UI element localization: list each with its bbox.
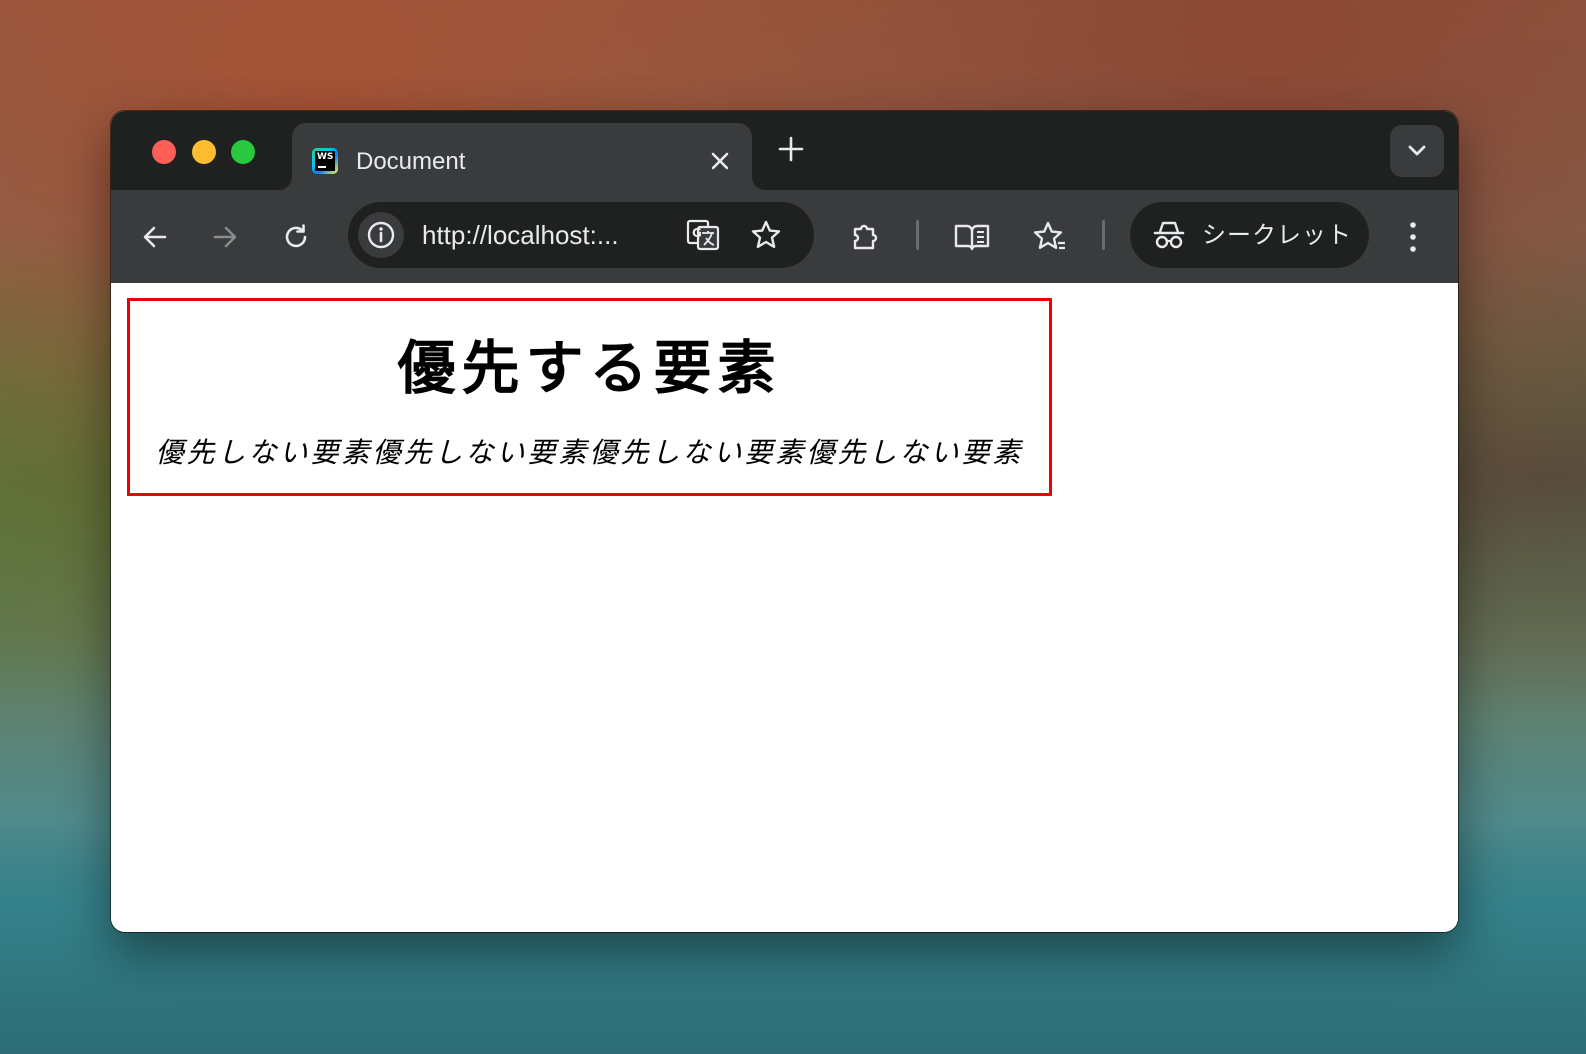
toolbar-divider — [916, 220, 919, 250]
bookmarks-button[interactable] — [1026, 215, 1070, 259]
reload-icon — [285, 224, 307, 248]
maximize-window-button[interactable] — [231, 140, 255, 164]
tab-document[interactable]: WS Document — [278, 123, 766, 190]
menu-button[interactable] — [1391, 215, 1435, 259]
close-window-button[interactable] — [152, 140, 176, 164]
bookmark-star-icon[interactable] — [748, 217, 784, 253]
priority-heading: 優先する要素 — [397, 334, 782, 402]
puzzle-icon — [853, 224, 878, 250]
tab-search-button[interactable] — [1390, 125, 1444, 177]
browser-window: WS Document http://localhost:... G シークレッ… — [111, 111, 1458, 932]
priority-demo-box: 優先する要素 優先しない要素優先しない要素優先しない要素優先しない要素 — [127, 298, 1052, 496]
url-text[interactable]: http://localhost:... — [422, 220, 619, 250]
forward-button[interactable] — [203, 215, 247, 259]
translate-icon[interactable]: G — [685, 217, 721, 253]
tab-close-icon[interactable] — [706, 147, 734, 175]
browser-toolbar: http://localhost:... G シークレット — [111, 190, 1458, 283]
back-button[interactable] — [133, 215, 177, 259]
reload-button[interactable] — [274, 215, 318, 259]
non-priority-text: 優先しない要素優先しない要素優先しない要素優先しない要素 — [155, 436, 1024, 469]
site-info-button[interactable] — [358, 212, 404, 258]
star-list-icon — [1033, 221, 1065, 250]
arrow-right-icon — [213, 226, 237, 248]
extensions-button[interactable] — [844, 215, 888, 259]
info-icon — [367, 221, 395, 249]
webstorm-favicon-icon: WS — [312, 148, 338, 174]
reading-mode-button[interactable] — [950, 215, 994, 259]
page-content: 優先する要素 優先しない要素優先しない要素優先しない要素優先しない要素 — [111, 283, 1458, 932]
tab-title: Document — [356, 148, 466, 175]
incognito-indicator[interactable]: シークレット — [1130, 202, 1369, 268]
svg-text:G: G — [692, 226, 702, 240]
new-tab-button[interactable] — [775, 133, 807, 165]
minimize-window-button[interactable] — [192, 140, 216, 164]
incognito-label: シークレット — [1202, 221, 1352, 249]
address-bar[interactable]: http://localhost:... G — [348, 202, 814, 268]
arrow-left-icon — [143, 226, 167, 248]
title-bar: WS Document — [111, 111, 1458, 190]
open-book-icon — [954, 224, 990, 251]
kebab-menu-icon — [1410, 222, 1416, 252]
incognito-icon — [1153, 221, 1185, 249]
toolbar-divider — [1102, 220, 1105, 250]
